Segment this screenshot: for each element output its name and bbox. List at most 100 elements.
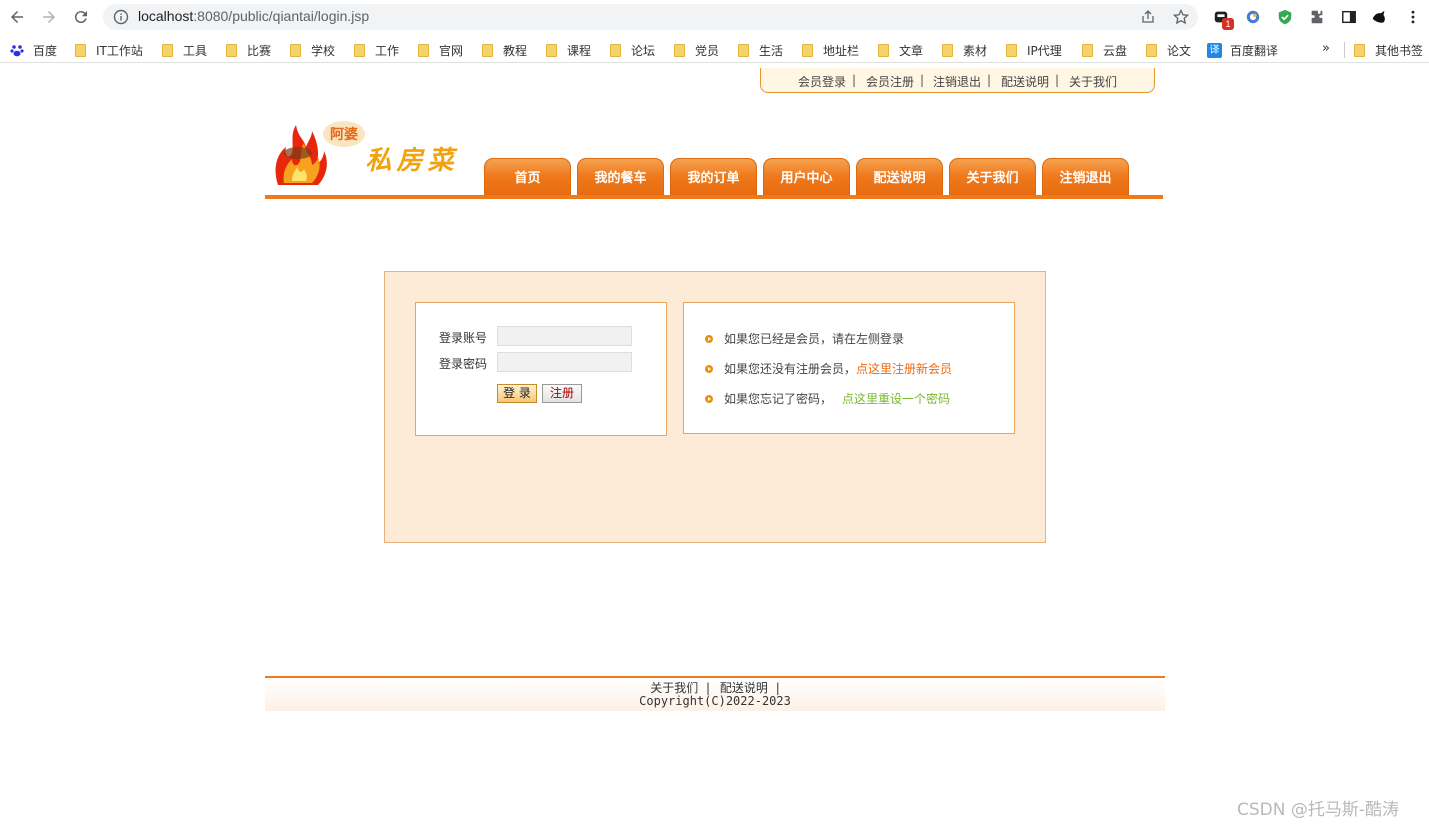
folder-icon — [482, 43, 493, 57]
nav-tab-delivery[interactable]: 配送说明 — [856, 158, 943, 196]
folder-icon — [610, 43, 621, 57]
nav-tab-my-orders[interactable]: 我的订单 — [670, 158, 757, 196]
nav-underline — [265, 195, 1163, 199]
page-footer: 关于我们 | 配送说明 | Copyright(C)2022-2023 — [265, 676, 1165, 711]
footer-link-delivery[interactable]: 配送说明 — [720, 681, 768, 695]
account-label: 登录账号 — [439, 331, 488, 345]
url-host: localhost — [138, 8, 194, 24]
top-link-separator: | — [987, 73, 992, 87]
help-item-reset-password: 如果您忘记了密码， 点这里重设一个密码 — [705, 390, 950, 407]
top-link-about[interactable]: 关于我们 — [1069, 73, 1117, 90]
shield-extension-icon[interactable] — [1276, 8, 1294, 26]
bookmark-folder[interactable]: 地址栏 — [802, 41, 859, 59]
side-panel-icon[interactable] — [1340, 8, 1358, 26]
top-link-member-login[interactable]: 会员登录 — [798, 73, 846, 90]
nav-tab-user-center[interactable]: 用户中心 — [763, 158, 850, 196]
nav-tab-logout[interactable]: 注销退出 — [1042, 158, 1129, 196]
arrow-bullet-icon — [705, 394, 713, 403]
bookmark-folder[interactable]: 官网 — [418, 41, 463, 59]
bookmark-folder[interactable]: 党员 — [674, 41, 719, 59]
bookmark-folder[interactable]: 文章 — [878, 41, 923, 59]
bookmark-item[interactable]: 译百度翻译 — [1207, 41, 1278, 59]
bookmarks-divider — [1344, 42, 1345, 58]
register-new-member-link[interactable]: 点这里注册新会员 — [856, 360, 952, 377]
folder-icon — [162, 43, 173, 57]
password-input[interactable] — [497, 352, 632, 372]
more-bookmarks-button[interactable]: » — [1322, 41, 1330, 56]
back-icon[interactable] — [5, 5, 29, 29]
share-icon[interactable] — [1140, 9, 1156, 25]
bookmark-label: 论坛 — [631, 43, 656, 58]
baidu-paw-icon — [10, 45, 24, 57]
bookmark-label: 百度 — [33, 43, 58, 58]
bookmark-label: 学校 — [311, 43, 336, 58]
bookmark-label: 比赛 — [247, 43, 272, 58]
nav-tab-about[interactable]: 关于我们 — [949, 158, 1036, 196]
site-logo[interactable]: 阿婆 私房菜 — [272, 117, 472, 189]
nav-tab-my-cart[interactable]: 我的餐车 — [577, 158, 664, 196]
extension-icon-2[interactable] — [1244, 8, 1262, 26]
footer-separator: | — [775, 681, 780, 695]
forward-icon[interactable] — [37, 5, 61, 29]
bookmark-label: 云盘 — [1103, 43, 1128, 58]
bookmark-label: 文章 — [899, 43, 924, 58]
folder-icon — [878, 43, 889, 57]
reset-password-link[interactable]: 点这里重设一个密码 — [842, 390, 950, 407]
browser-toolbar: localhost:8080/public/qiantai/login.jsp … — [0, 0, 1429, 34]
puzzle-extensions-icon[interactable] — [1308, 8, 1326, 26]
folder-icon — [354, 43, 365, 57]
top-link-member-register[interactable]: 会员注册 — [866, 73, 914, 90]
nav-tab-home[interactable]: 首页 — [484, 158, 571, 196]
top-link-delivery[interactable]: 配送说明 — [1001, 73, 1049, 90]
bookmark-label: 工作 — [375, 43, 400, 58]
bookmark-label: IT工作站 — [96, 43, 143, 58]
bookmark-folder[interactable]: 生活 — [738, 41, 783, 59]
bookmark-folder[interactable]: 论文 — [1146, 41, 1191, 59]
folder-icon — [1354, 43, 1365, 57]
bookmark-label: IP代理 — [1027, 43, 1062, 58]
bookmark-label: 课程 — [567, 43, 592, 58]
help-text: 如果您还没有注册会员， — [724, 362, 857, 376]
profile-avatar-icon[interactable] — [1370, 8, 1388, 26]
login-button[interactable]: 登 录 — [497, 384, 537, 403]
bookmark-label: 生活 — [759, 43, 784, 58]
translate-icon: 译 — [1207, 42, 1222, 58]
reload-icon[interactable] — [69, 5, 93, 29]
bookmark-item[interactable]: 百度 — [10, 41, 57, 59]
help-text: 如果您已经是会员，请在左侧登录 — [724, 332, 905, 346]
folder-icon — [1146, 43, 1157, 57]
bookmark-star-icon[interactable] — [1173, 9, 1189, 25]
top-link-logout[interactable]: 注销退出 — [933, 73, 981, 90]
other-bookmarks-folder[interactable]: 其他书签 — [1354, 41, 1423, 59]
url-text: localhost:8080/public/qiantai/login.jsp — [138, 8, 369, 24]
bookmark-folder[interactable]: IP代理 — [1006, 41, 1062, 59]
folder-icon — [942, 43, 953, 57]
password-label: 登录密码 — [439, 357, 488, 371]
bookmark-folder[interactable]: IT工作站 — [75, 41, 143, 59]
footer-link-about[interactable]: 关于我们 — [650, 681, 698, 695]
bookmark-folder[interactable]: 素材 — [942, 41, 987, 59]
bookmark-folder[interactable]: 工具 — [162, 41, 207, 59]
address-bar[interactable]: localhost:8080/public/qiantai/login.jsp — [103, 4, 1198, 30]
register-button[interactable]: 注册 — [542, 384, 582, 403]
bookmark-folder[interactable]: 比赛 — [226, 41, 271, 59]
help-item-login: 如果您已经是会员，请在左侧登录 — [705, 330, 904, 347]
bookmark-folder[interactable]: 工作 — [354, 41, 399, 59]
browser-menu-icon[interactable] — [1404, 8, 1422, 26]
account-input[interactable] — [497, 326, 632, 346]
bookmark-folder[interactable]: 课程 — [546, 41, 591, 59]
logo-badge-text: 阿婆 — [330, 126, 358, 143]
bookmarks-bar: 百度 IT工作站 工具 比赛 学校 工作 官网 教程 课程 论坛 党员 生活 地… — [0, 36, 1429, 63]
bookmark-folder[interactable]: 论坛 — [610, 41, 655, 59]
bookmark-folder[interactable]: 学校 — [290, 41, 335, 59]
footer-separator: | — [706, 681, 711, 695]
folder-icon — [75, 43, 86, 57]
folder-icon — [802, 43, 813, 57]
folder-icon — [290, 43, 301, 57]
csdn-watermark: CSDN @托马斯-酷涛 — [1237, 800, 1400, 820]
top-link-separator: | — [1055, 73, 1060, 87]
bookmark-folder[interactable]: 教程 — [482, 41, 527, 59]
member-top-links: 会员登录 | 会员注册 | 注销退出 | 配送说明 | 关于我们 — [760, 68, 1155, 93]
bookmark-folder[interactable]: 云盘 — [1082, 41, 1127, 59]
site-info-icon[interactable] — [113, 9, 129, 25]
